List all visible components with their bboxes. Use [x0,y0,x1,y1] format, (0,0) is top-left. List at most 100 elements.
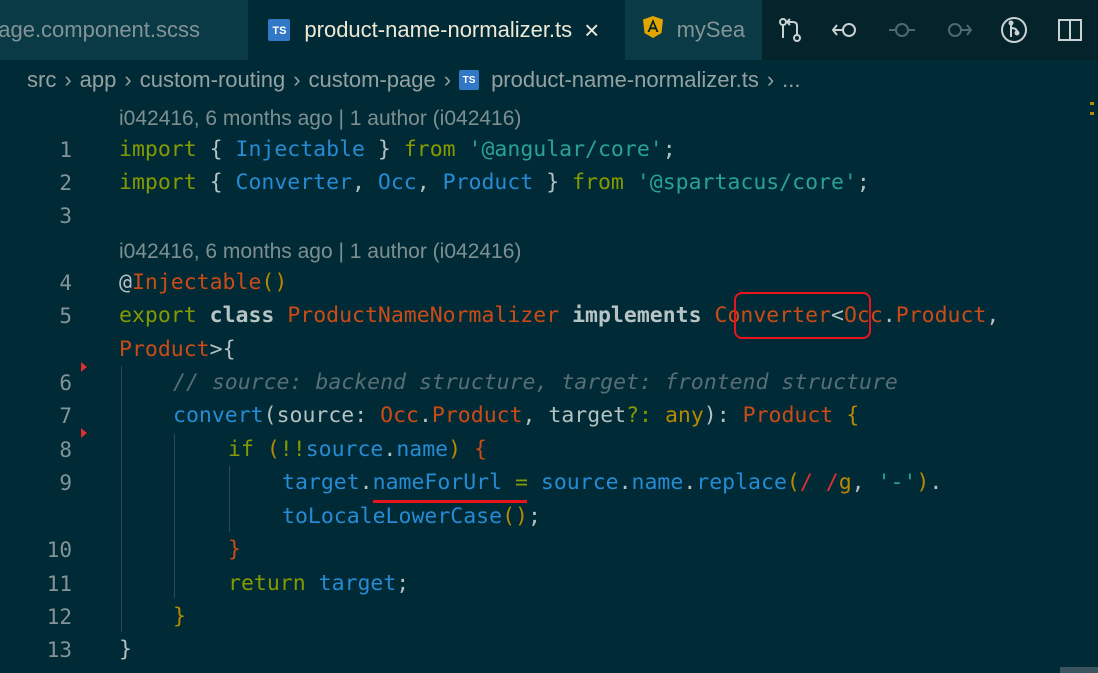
overview-ruler-mark [1090,102,1094,105]
blame-annotation[interactable]: i042416, 6 months ago | 1 author (i04241… [119,102,521,136]
code-line: 7 convert(source: Occ.Product, target?: … [0,399,1098,433]
token: () [261,270,288,295]
token: ( [263,403,277,428]
token: ): [703,403,743,428]
breadcrumb: src › app › custom-routing › custom-page… [0,60,1098,100]
code-text[interactable]: @Injectable() [119,266,287,300]
code-text[interactable]: target.nameForUrl = source.name.replace(… [282,466,942,500]
token: . [929,470,943,495]
chevron-right-icon: › [443,67,452,92]
token: { [846,403,860,428]
token: ( [786,470,800,495]
code-line: 12 } [0,600,1098,634]
code-text[interactable]: import { Injectable } from '@angular/cor… [119,133,676,167]
code-text[interactable]: } [173,600,186,634]
token: source [540,470,619,495]
tab-mysea[interactable]: mySea [624,0,762,60]
split-editor-icon[interactable] [1042,0,1098,60]
breadcrumb-item-file[interactable]: product-name-normalizer.ts [491,67,759,93]
code-text[interactable]: // source: backend structure, target: fr… [173,366,898,400]
code-text[interactable]: toLocaleLowerCase(); [282,500,541,534]
breadcrumb-item-src[interactable]: src [27,67,56,93]
token: , [986,303,1000,328]
code-line: 8 if (!!source.name) { [0,433,1098,467]
token: name [396,437,449,462]
token: Product [742,403,834,428]
code-line: 9 target.nameForUrl = source.name.replac… [0,466,1098,500]
token: Injectable [131,270,262,295]
token: () [502,504,528,529]
blame-annotation[interactable]: i042416, 6 months ago | 1 author (i04241… [119,235,521,269]
go-forward-icon[interactable] [930,0,986,60]
token: export [119,303,197,328]
tab-label: page.component.scss [0,17,201,42]
token: Product [895,303,987,328]
line-number: 5 [59,304,72,328]
git-graph-icon[interactable] [986,0,1042,60]
token: target [548,403,627,428]
breadcrumb-item-custom-routing[interactable]: custom-routing [140,67,286,93]
code-line: 13 } [0,633,1098,667]
breadcrumb-item-app[interactable]: app [80,67,117,93]
breadcrumb-item-custom-page[interactable]: custom-page [309,67,436,93]
token: any [664,403,704,428]
token: replace [696,470,787,495]
code-text[interactable]: convert(source: Occ.Product, target?: an… [173,399,859,433]
token: implements [572,303,702,328]
token: / / [799,470,839,495]
token: . [882,303,896,328]
horizontal-scrollbar[interactable] [1060,667,1098,673]
token: : [354,403,381,428]
token: source [305,437,384,462]
code-line: 1 import { Injectable } from '@angular/c… [0,133,1098,167]
code-line: 11 return target; [0,567,1098,601]
code-text[interactable]: } [119,633,132,667]
code-line-wrap: toLocaleLowerCase(); [0,500,1098,534]
token: toLocaleLowerCase [282,504,503,529]
line-number: 3 [59,204,72,228]
code-text[interactable]: } [228,533,241,567]
code-line: 5 export class ProductNameNormalizer imp… [0,299,1098,333]
token: Converter [235,170,353,195]
close-icon[interactable]: × [584,17,599,43]
breadcrumb-item-more[interactable]: ... [782,67,800,93]
token: . [683,470,697,495]
token: class [209,303,275,328]
code-text[interactable]: Product>{ [119,333,236,367]
code-text[interactable]: return target; [228,567,409,601]
line-number: 1 [59,138,72,162]
line-number: 9 [59,471,72,495]
code-text[interactable]: import { Converter, Occ, Product } from … [119,166,870,200]
code-line-wrap: Product>{ [0,333,1098,367]
go-back-icon[interactable] [818,0,874,60]
tab-product-name-normalizer[interactable]: TS product-name-normalizer.ts × [248,0,625,60]
code-lens: i042416, 6 months ago | 1 author (i04241… [0,235,1098,269]
code-text[interactable]: if (!!source.name) { [228,433,487,467]
source-control-compare-icon[interactable] [762,0,818,60]
tab-page-component-scss[interactable]: page.component.scss [0,0,249,60]
token: Product [442,170,534,195]
token: '-' [877,470,917,495]
code-editor[interactable]: i042416, 6 months ago | 1 author (i04241… [0,100,1098,673]
token: , [416,170,443,195]
underline-annotation [373,500,527,503]
timeline-dot-icon[interactable] [874,0,930,60]
token: nameForUrl [372,470,503,495]
token: ?: [626,403,665,428]
editor-toolbar [762,0,1098,60]
token: . [418,403,432,428]
line-number: 4 [59,271,72,295]
token: Occ [380,403,419,428]
comment: // source: backend structure, target: fr… [173,370,898,395]
token: } [119,637,132,662]
token: > [209,337,223,362]
chevron-right-icon: › [293,67,301,92]
token: Product [119,337,210,362]
token: name [631,470,684,495]
